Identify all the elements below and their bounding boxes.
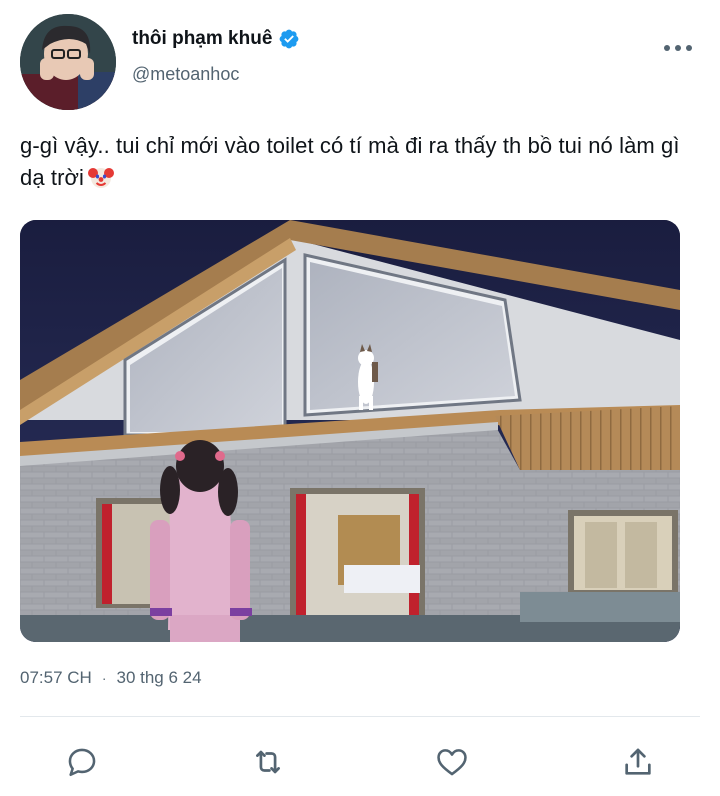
display-name[interactable]: thôi phạm khuê <box>132 28 272 50</box>
retweet-icon <box>256 750 280 774</box>
separator-dot: · <box>101 670 107 686</box>
avatar[interactable] <box>20 14 116 110</box>
tweet-body: g-gì vậy.. tui chỉ mới vào toilet có tí … <box>20 133 680 190</box>
more-options-icon[interactable] <box>664 42 692 54</box>
more-dot-icon <box>686 45 692 51</box>
user-handle[interactable]: @metoanhoc <box>132 64 239 85</box>
reply-button[interactable] <box>60 740 104 784</box>
tweet-time: 07:57 CH <box>20 668 92 687</box>
tweet-date: 30 thg 6 24 <box>116 668 202 687</box>
tweet-header: thôi phạm khuê @metoanhoc <box>20 14 700 110</box>
tweet-text: g-gì vậy.. tui chỉ mới vào toilet có tí … <box>20 130 710 194</box>
verified-badge-icon <box>280 29 299 49</box>
heart-icon <box>437 749 467 776</box>
reply-icon <box>68 748 96 777</box>
more-dot-icon <box>664 45 670 51</box>
action-bar <box>60 740 660 784</box>
more-dot-icon <box>675 45 681 51</box>
like-button[interactable] <box>430 740 474 784</box>
tweet-timestamp[interactable]: 07:57 CH · 30 thg 6 24 <box>20 668 202 688</box>
share-icon <box>625 748 651 775</box>
clown-face-emoji <box>88 168 115 188</box>
retweet-button[interactable] <box>246 740 290 784</box>
divider <box>20 716 700 717</box>
tweet-image[interactable] <box>20 220 680 642</box>
share-button[interactable] <box>616 740 660 784</box>
